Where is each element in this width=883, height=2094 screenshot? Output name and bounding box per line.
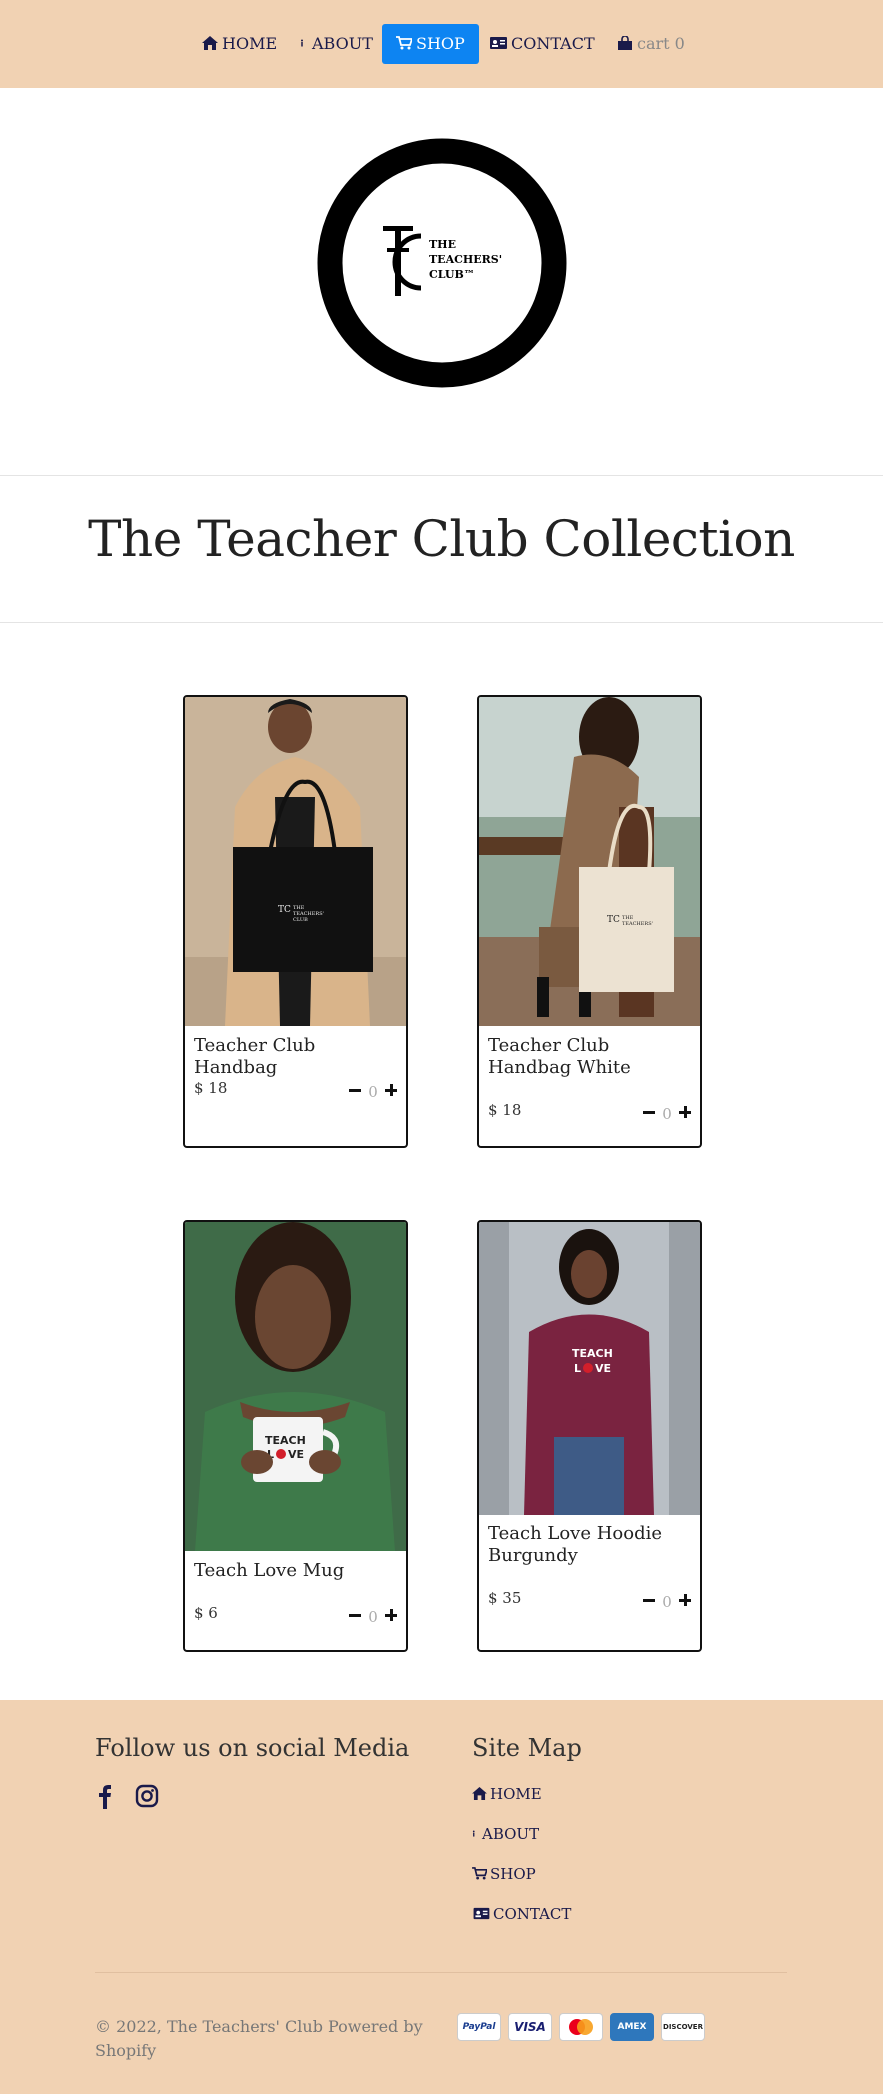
nav-cart[interactable]: cart 0 xyxy=(617,24,685,64)
quantity-value: 0 xyxy=(368,1083,378,1101)
plus-icon[interactable] xyxy=(384,1083,398,1097)
copyright-text: © 2022, The Teachers' Club Powered by Sh… xyxy=(95,2017,423,2060)
nav-contact[interactable]: CONTACT xyxy=(489,24,595,64)
shopping-bag-icon xyxy=(618,36,632,50)
product-card[interactable]: TEACH L VE Teach Love Hoodie Burgundy $ … xyxy=(477,1220,702,1652)
divider xyxy=(95,1972,787,1973)
social-heading: Follow us on social Media xyxy=(95,1734,410,1762)
contact-card-icon xyxy=(490,37,507,49)
amex-icon: AMEX xyxy=(610,2013,654,2041)
quantity-value: 0 xyxy=(368,1608,378,1626)
nav-shop[interactable]: SHOP xyxy=(382,24,479,64)
sitemap-home[interactable]: HOME xyxy=(472,1785,542,1803)
home-icon xyxy=(202,36,218,50)
quantity-value: 0 xyxy=(662,1105,672,1123)
product-image[interactable]: TC THE TEACHERS' CLUB xyxy=(185,697,406,1026)
nav-shop-label: SHOP xyxy=(416,34,465,53)
sitemap-shop-label: SHOP xyxy=(490,1865,536,1883)
product-name[interactable]: Teach Love Mug xyxy=(194,1560,399,1582)
visa-icon: VISA xyxy=(508,2013,552,2041)
svg-text:VE: VE xyxy=(595,1362,611,1375)
minus-icon[interactable] xyxy=(348,1083,362,1097)
svg-text:L: L xyxy=(574,1362,581,1375)
sitemap-contact-label: CONTACT xyxy=(493,1905,572,1923)
cart-icon xyxy=(396,36,412,50)
nav-contact-label: CONTACT xyxy=(511,34,595,53)
discover-icon: DISCOVER xyxy=(661,2013,705,2041)
plus-icon[interactable] xyxy=(384,1608,398,1622)
product-price: $ 6 xyxy=(194,1604,218,1622)
cart-icon xyxy=(472,1867,487,1880)
top-nav: HOME ABOUT SHOP CONTACT cart 0 xyxy=(0,0,883,88)
info-icon xyxy=(472,1830,475,1837)
product-image[interactable]: TEACH L VE xyxy=(479,1222,700,1515)
social-links xyxy=(95,1783,159,1809)
svg-text:TEACH: TEACH xyxy=(572,1347,613,1360)
quantity-stepper: 0 xyxy=(642,1102,692,1123)
instagram-icon[interactable] xyxy=(135,1783,159,1809)
nav-cart-label: cart 0 xyxy=(637,34,685,53)
sitemap-contact[interactable]: CONTACT xyxy=(472,1905,571,1923)
product-price: $ 35 xyxy=(488,1589,522,1607)
minus-icon[interactable] xyxy=(642,1105,656,1119)
sitemap-about-label: ABOUT xyxy=(482,1825,540,1843)
info-icon xyxy=(301,39,303,47)
quantity-stepper: 0 xyxy=(348,1605,398,1626)
svg-text:TC: TC xyxy=(607,915,620,925)
product-card[interactable]: TEACH L VE Teach Love Mug $ 6 0 xyxy=(183,1220,408,1652)
paypal-label: PayPal xyxy=(462,2022,496,2032)
logo-text-2: TEACHERS' xyxy=(429,253,502,266)
sitemap-shop[interactable]: SHOP xyxy=(472,1865,536,1883)
svg-text:TEACH: TEACH xyxy=(265,1434,306,1447)
visa-label: VISA xyxy=(514,2020,546,2034)
divider xyxy=(0,622,883,623)
plus-icon[interactable] xyxy=(678,1593,692,1607)
svg-text:VE: VE xyxy=(288,1448,304,1461)
product-price: $ 18 xyxy=(488,1101,522,1119)
product-card[interactable]: TC THE TEACHERS' Teacher Club Handbag Wh… xyxy=(477,695,702,1148)
svg-text:TC: TC xyxy=(278,905,291,915)
logo-text-3: CLUB™ xyxy=(429,268,475,281)
plus-icon[interactable] xyxy=(678,1105,692,1119)
minus-icon[interactable] xyxy=(348,1608,362,1622)
product-name[interactable]: Teacher Club Handbag White xyxy=(488,1035,693,1079)
minus-icon[interactable] xyxy=(642,1593,656,1607)
brand-logo[interactable]: THE TEACHERS' CLUB™ xyxy=(317,138,567,388)
quantity-stepper: 0 xyxy=(348,1080,398,1101)
mastercard-icon xyxy=(559,2013,603,2041)
amex-label: AMEX xyxy=(617,2022,647,2032)
quantity-value: 0 xyxy=(662,1593,672,1611)
contact-card-icon xyxy=(473,1907,490,1920)
home-icon xyxy=(472,1787,487,1800)
product-price: $ 18 xyxy=(194,1079,228,1097)
logo-ring-icon: THE TEACHERS' CLUB™ xyxy=(317,138,567,388)
product-image[interactable]: TC THE TEACHERS' xyxy=(479,697,700,1026)
nav-about[interactable]: ABOUT xyxy=(300,24,373,64)
nav-about-label: ABOUT xyxy=(312,34,373,53)
svg-text:CLUB: CLUB xyxy=(293,917,308,923)
facebook-icon[interactable] xyxy=(95,1783,117,1809)
logo-text-1: THE xyxy=(429,238,456,251)
sitemap-home-label: HOME xyxy=(490,1785,542,1803)
product-image[interactable]: TEACH L VE xyxy=(185,1222,406,1551)
divider xyxy=(0,475,883,476)
sitemap-heading: Site Map xyxy=(472,1734,582,1762)
sitemap-about[interactable]: ABOUT xyxy=(472,1825,539,1843)
svg-text:TEACHERS': TEACHERS' xyxy=(622,921,653,927)
discover-label: DISCOVER xyxy=(663,2023,703,2031)
paypal-icon: PayPal xyxy=(457,2013,501,2041)
product-name[interactable]: Teacher Club Handbag xyxy=(194,1035,399,1079)
collection-title: The Teacher Club Collection xyxy=(88,510,795,568)
nav-home-label: HOME xyxy=(222,34,278,53)
payment-methods: PayPal VISA AMEX DISCOVER xyxy=(457,2013,705,2041)
product-card[interactable]: TC THE TEACHERS' CLUB Teacher Club Handb… xyxy=(183,695,408,1148)
product-name[interactable]: Teach Love Hoodie Burgundy xyxy=(488,1523,693,1567)
quantity-stepper: 0 xyxy=(642,1590,692,1611)
nav-home[interactable]: HOME xyxy=(202,24,277,64)
